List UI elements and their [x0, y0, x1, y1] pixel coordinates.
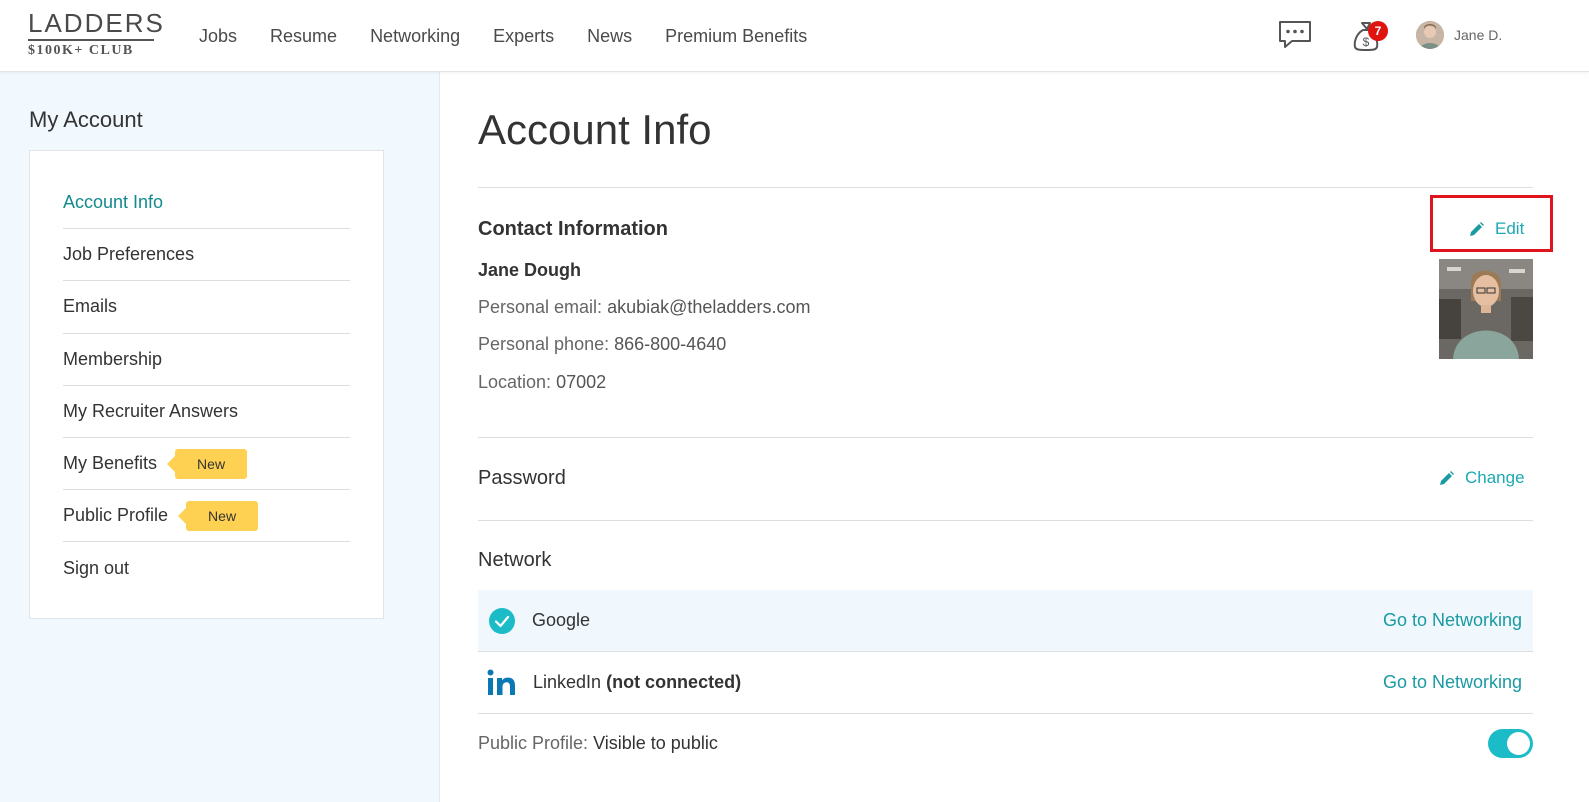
personal-email-row: Personal email: akubiak@theladders.com — [478, 297, 810, 318]
google-go-to-networking-link[interactable]: Go to Networking — [1383, 610, 1522, 631]
google-label: Google — [532, 610, 591, 630]
network-row-linkedin: LinkedIn (not connected) Go to Networkin… — [478, 652, 1533, 714]
linkedin-status: (not connected) — [606, 672, 742, 692]
network-heading: Network — [478, 549, 552, 571]
linkedin-label-row: LinkedIn (not connected) — [533, 672, 741, 693]
nav-experts[interactable]: Experts — [493, 26, 554, 47]
sidebar-menu-card: Account Info Job Preferences Emails Memb… — [29, 150, 384, 619]
nav-resume[interactable]: Resume — [270, 26, 337, 47]
profile-photo[interactable] — [1439, 259, 1533, 359]
sidebar-title: My Account — [29, 107, 143, 132]
sidebar-item-job-preferences[interactable]: Job Preferences — [63, 229, 350, 282]
sidebar-item-label: Emails — [63, 296, 118, 317]
public-profile-row: Public Profile: Visible to public — [478, 733, 718, 754]
divider — [478, 187, 1533, 188]
contact-name: Jane Dough — [478, 260, 582, 280]
sidebar-item-my-benefits[interactable]: My Benefits New — [63, 438, 350, 491]
user-menu[interactable]: Jane D. — [1416, 21, 1502, 49]
sidebar-item-label: My Benefits — [63, 453, 158, 474]
top-navbar: LADDERS $100K+ CLUB Jobs Resume Networki… — [0, 0, 1589, 72]
linkedin-icon — [487, 669, 515, 695]
linkedin-label: LinkedIn — [533, 672, 602, 692]
public-profile-toggle[interactable] — [1488, 729, 1533, 758]
change-password-button[interactable]: Change — [1438, 468, 1525, 488]
main-nav: Jobs Resume Networking Experts News Prem… — [199, 0, 840, 72]
sidebar-menu: Account Info Job Preferences Emails Memb… — [63, 177, 350, 595]
new-badge: New — [178, 500, 259, 531]
phone-label: Personal phone: — [478, 334, 610, 354]
pencil-icon — [1440, 470, 1454, 485]
sidebar-item-sign-out[interactable]: Sign out — [63, 542, 350, 594]
email-value: akubiak@theladders.com — [607, 297, 811, 317]
sidebar-item-public-profile[interactable]: Public Profile New — [63, 490, 350, 543]
sidebar-item-membership[interactable]: Membership — [63, 334, 350, 386]
linkedin-go-to-networking-link[interactable]: Go to Networking — [1383, 672, 1522, 693]
sidebar-item-label: Sign out — [63, 557, 130, 578]
sidebar-item-label: Account Info — [63, 192, 164, 213]
sidebar-item-label: Membership — [63, 348, 163, 369]
change-label: Change — [1465, 468, 1525, 487]
user-name: Jane D. — [1454, 27, 1503, 43]
public-profile-label: Public Profile: — [478, 733, 589, 753]
location-row: Location: 07002 — [478, 372, 606, 393]
sidebar-item-label: Job Preferences — [63, 244, 195, 265]
divider — [478, 520, 1533, 521]
sidebar-item-label: Public Profile — [63, 505, 169, 526]
edit-contact-button[interactable]: Edit — [1468, 219, 1524, 239]
network-row-google: Google Go to Networking — [478, 590, 1533, 652]
password-heading: Password — [478, 467, 566, 489]
logo-tagline: $100K+ CLUB — [28, 43, 134, 58]
page-title: Account Info — [478, 106, 712, 153]
nav-jobs[interactable]: Jobs — [199, 26, 237, 47]
new-badge: New — [167, 448, 248, 479]
nav-networking[interactable]: Networking — [370, 26, 460, 47]
nav-premium-benefits[interactable]: Premium Benefits — [665, 26, 807, 47]
notification-badge: 7 — [1368, 21, 1388, 41]
sidebar-item-emails[interactable]: Emails — [63, 281, 350, 334]
sidebar-item-account-info[interactable]: Account Info — [63, 177, 350, 230]
logo-wordmark: LADDERS — [28, 8, 165, 38]
messages-icon[interactable] — [1278, 20, 1312, 50]
edit-label: Edit — [1495, 219, 1525, 238]
location-value: 07002 — [556, 372, 607, 392]
logo-divider — [28, 39, 154, 41]
phone-value: 866-800-4640 — [614, 334, 727, 354]
svg-text:$: $ — [1363, 35, 1370, 49]
nav-news[interactable]: News — [587, 26, 632, 47]
email-label: Personal email: — [478, 297, 603, 317]
personal-phone-row: Personal phone: 866-800-4640 — [478, 334, 726, 355]
check-circle-icon — [489, 607, 515, 634]
sidebar-item-recruiter-answers[interactable]: My Recruiter Answers — [63, 386, 350, 438]
account-sidebar: My Account Account Info Job Preferences … — [0, 72, 440, 802]
pencil-icon — [1470, 221, 1484, 236]
ladders-logo[interactable]: LADDERS $100K+ CLUB — [28, 8, 165, 61]
public-profile-value: Visible to public — [593, 733, 718, 753]
location-label: Location: — [478, 372, 552, 392]
avatar — [1416, 21, 1444, 49]
contact-info-heading: Contact Information — [478, 218, 668, 240]
sidebar-item-label: My Recruiter Answers — [63, 400, 239, 421]
divider — [478, 437, 1533, 438]
